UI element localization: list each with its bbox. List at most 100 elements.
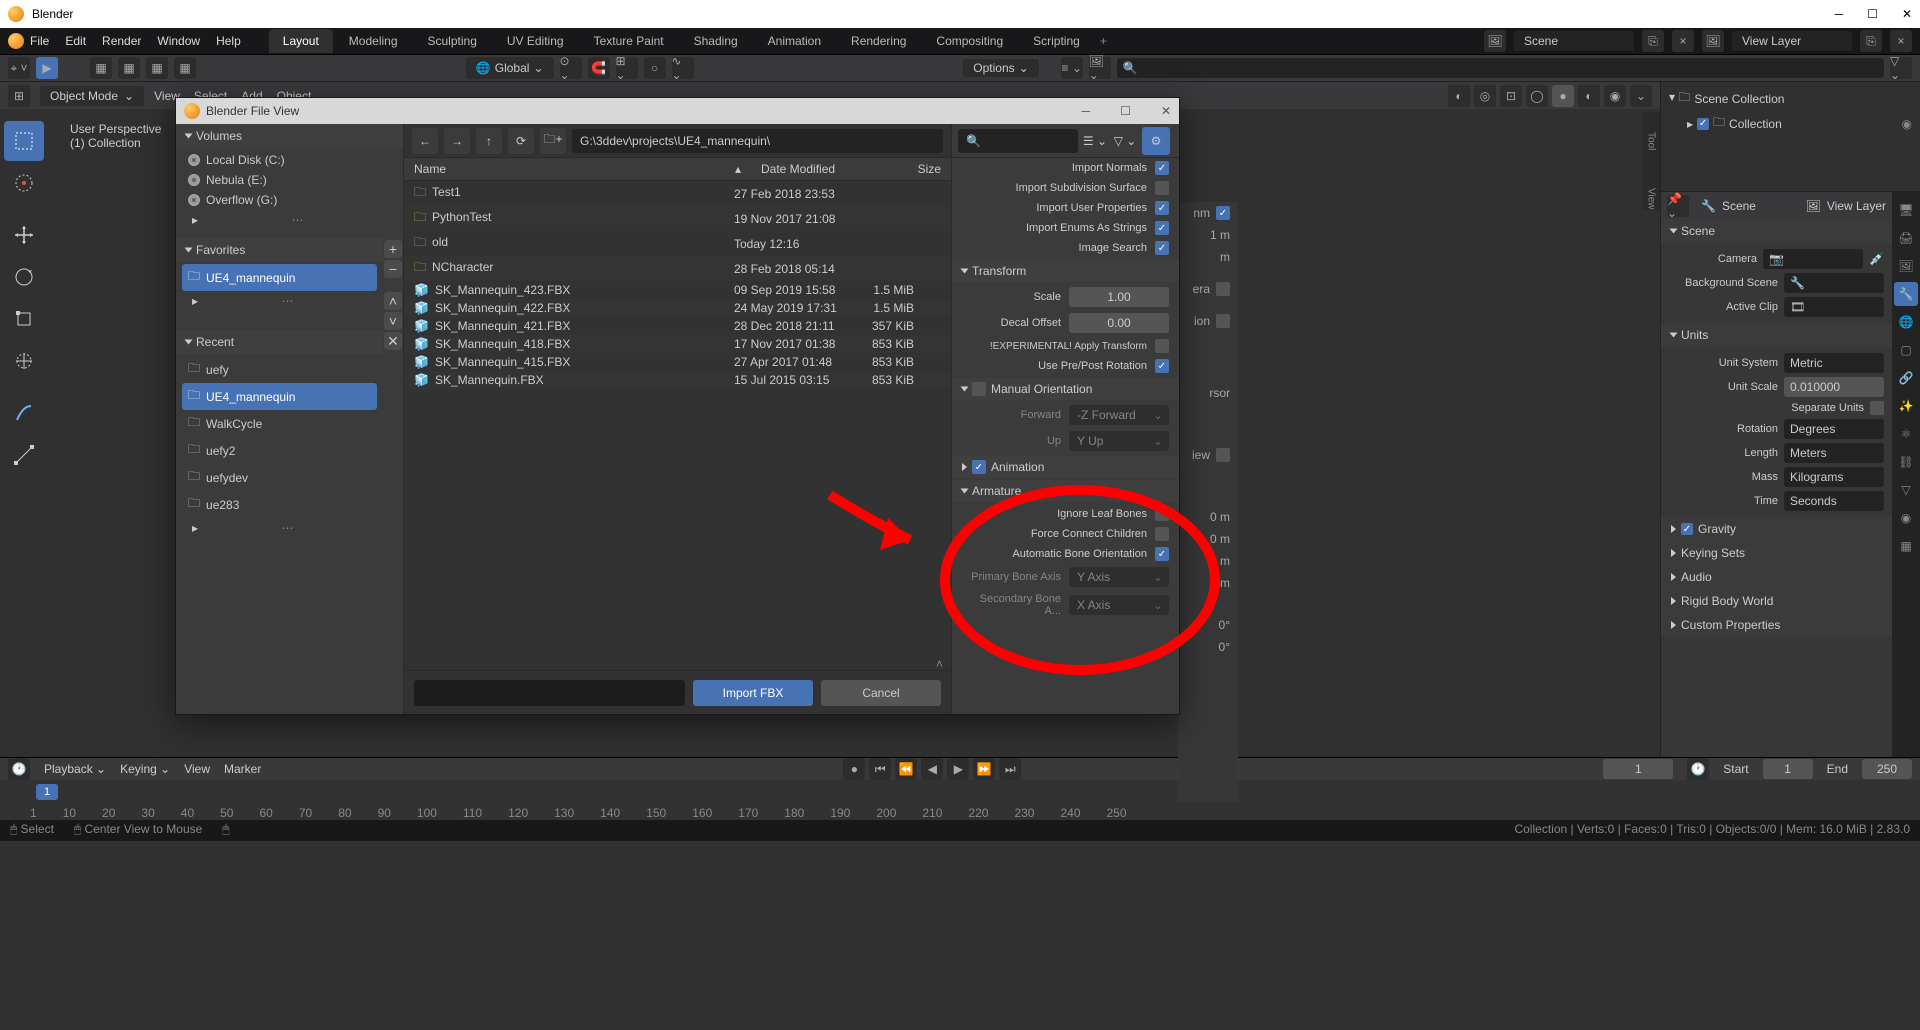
- nav-up-button[interactable]: ↑: [476, 128, 502, 154]
- file-row[interactable]: 🗀oldToday 12:16: [404, 231, 951, 256]
- jump-end-icon[interactable]: ⏭: [999, 758, 1021, 780]
- shading-options-icon[interactable]: ⌄: [1630, 85, 1652, 107]
- panel-gravity[interactable]: Gravity: [1661, 517, 1892, 541]
- cursor-tool[interactable]: [4, 163, 44, 203]
- recent-item[interactable]: 🗀WalkCycle: [182, 410, 377, 437]
- file-row[interactable]: 🧊SK_Mannequin_423.FBX09 Sep 2019 15:581.…: [404, 281, 951, 299]
- visibility-eye-icon[interactable]: ◉: [1902, 117, 1912, 131]
- current-frame-field[interactable]: 1: [1603, 759, 1673, 779]
- workspace-tab-rendering[interactable]: Rendering: [837, 29, 920, 53]
- workspace-tab-scripting[interactable]: Scripting: [1019, 29, 1094, 53]
- ignore-leaf-bones-checkbox[interactable]: [1155, 507, 1169, 521]
- viewlayer-close-icon[interactable]: ×: [1890, 30, 1912, 52]
- timeline-menu-keying[interactable]: Keying ⌄: [120, 762, 170, 776]
- recent-item[interactable]: 🗀uefy: [182, 356, 377, 383]
- fb-close-icon[interactable]: ✕: [1161, 104, 1171, 118]
- menu-file[interactable]: File: [30, 34, 49, 48]
- scene-close-icon[interactable]: ×: [1672, 30, 1694, 52]
- workspace-tab-sculpting[interactable]: Sculpting: [414, 29, 491, 53]
- menu-edit[interactable]: Edit: [65, 34, 86, 48]
- col-size-header[interactable]: Size: [881, 162, 941, 176]
- collapse-options-icon[interactable]: ˄: [936, 657, 943, 671]
- menu-help[interactable]: Help: [216, 34, 241, 48]
- panel-keying-sets[interactable]: Keying Sets: [1661, 541, 1892, 565]
- time-select[interactable]: Seconds: [1784, 491, 1884, 511]
- view-tab[interactable]: View: [1646, 188, 1657, 210]
- timeline-menu-marker[interactable]: Marker: [224, 762, 261, 776]
- object-tab[interactable]: ▢: [1894, 338, 1918, 362]
- modifier-tab[interactable]: 🔗: [1894, 366, 1918, 390]
- panel-audio[interactable]: Audio: [1661, 565, 1892, 589]
- data-tab[interactable]: ▽: [1894, 478, 1918, 502]
- end-frame-field[interactable]: 250: [1862, 759, 1912, 779]
- workspace-tab-animation[interactable]: Animation: [754, 29, 835, 53]
- snap-grid3-icon[interactable]: ▦: [146, 57, 168, 79]
- outliner-filter-icon[interactable]: ▽ ⌄: [1890, 57, 1912, 79]
- col-name-header[interactable]: Name: [414, 162, 734, 176]
- scene-selector[interactable]: Scene: [1514, 31, 1634, 51]
- animation-section-head[interactable]: Animation: [952, 456, 1179, 478]
- scene-tab[interactable]: 🔧: [1894, 282, 1918, 306]
- nav-back-button[interactable]: ←: [412, 128, 438, 154]
- props-scene-name[interactable]: Scene: [1722, 199, 1756, 213]
- scene-panel-head[interactable]: Scene: [1661, 219, 1892, 243]
- nav-forward-button[interactable]: →: [444, 128, 470, 154]
- world-tab[interactable]: 🌐: [1894, 310, 1918, 334]
- eyedropper-icon[interactable]: 💉: [1869, 252, 1884, 266]
- cursor-pivot-icon[interactable]: ⌖ ˅: [8, 57, 30, 79]
- favorite-remove-button[interactable]: −: [384, 260, 402, 278]
- bg-scene-field[interactable]: 🔧: [1784, 273, 1884, 293]
- close-icon[interactable]: ✕: [1902, 7, 1912, 21]
- workspace-tab-texture-paint[interactable]: Texture Paint: [580, 29, 678, 53]
- options-dropdown[interactable]: Options ⌄: [963, 59, 1038, 77]
- file-row[interactable]: 🧊SK_Mannequin_422.FBX24 May 2019 17:311.…: [404, 299, 951, 317]
- outliner-scene-collection[interactable]: ▾ 🗀 Scene Collection: [1669, 86, 1912, 111]
- physics-tab[interactable]: ⚛: [1894, 422, 1918, 446]
- file-row[interactable]: 🗀Test127 Feb 2018 23:53: [404, 181, 951, 206]
- favorite-up-button[interactable]: ˄: [384, 292, 402, 310]
- fb-minimize-icon[interactable]: ─: [1082, 104, 1091, 118]
- animation-checkbox[interactable]: [972, 460, 986, 474]
- snap-toggle-icon[interactable]: 🧲: [588, 57, 610, 79]
- timeline-ruler[interactable]: 1 11020304050607080901001101201301401501…: [0, 780, 1920, 820]
- start-frame-field[interactable]: 1: [1763, 759, 1813, 779]
- mode-selector[interactable]: Object Mode ⌄: [40, 86, 144, 106]
- workspace-tab-modeling[interactable]: Modeling: [335, 29, 412, 53]
- recent-item[interactable]: 🗀uefy2: [182, 437, 377, 464]
- manual-orient-head[interactable]: Manual Orientation: [952, 378, 1179, 400]
- separate-units-checkbox[interactable]: [1870, 401, 1884, 415]
- recent-clear-button[interactable]: ✕: [384, 332, 402, 350]
- fb-maximize-icon[interactable]: ☐: [1120, 104, 1131, 118]
- view-layer-selector[interactable]: View Layer: [1732, 31, 1852, 51]
- shading-wire-icon[interactable]: ◯: [1526, 85, 1548, 107]
- timeline-editor-type-icon[interactable]: 🕐: [8, 758, 30, 780]
- file-list[interactable]: 🗀Test127 Feb 2018 23:53🗀PythonTest19 Nov…: [404, 181, 951, 670]
- force-connect-checkbox[interactable]: [1155, 527, 1169, 541]
- file-browser-titlebar[interactable]: Blender File View ─ ☐ ✕: [176, 98, 1179, 124]
- volume-item[interactable]: Overflow (G:): [182, 190, 397, 210]
- favorite-down-button[interactable]: ˅: [384, 312, 402, 330]
- favorites-header[interactable]: Favorites: [176, 238, 383, 262]
- maximize-icon[interactable]: ☐: [1867, 7, 1878, 21]
- tool-tab[interactable]: Tool: [1646, 132, 1657, 150]
- recent-item[interactable]: 🗀ue283: [182, 491, 377, 518]
- col-date-header[interactable]: Date Modified: [761, 162, 881, 176]
- shading-rendered-icon[interactable]: ◉: [1604, 85, 1626, 107]
- menu-render[interactable]: Render: [102, 34, 141, 48]
- add-workspace-button[interactable]: +: [1100, 34, 1107, 48]
- workspace-tab-layout[interactable]: Layout: [269, 29, 333, 53]
- frame-lock-icon[interactable]: 🕐: [1687, 758, 1709, 780]
- play-reverse-icon[interactable]: ◀: [921, 758, 943, 780]
- unit-scale-field[interactable]: 0.010000: [1784, 377, 1884, 397]
- orientation-selector[interactable]: 🌐 Global ⌄: [466, 57, 554, 79]
- select-box-tool[interactable]: [4, 121, 44, 161]
- overlays-toggle-icon[interactable]: ◎: [1474, 85, 1496, 107]
- snap-grid1-icon[interactable]: ▦: [90, 57, 112, 79]
- unit-system-select[interactable]: Metric: [1784, 353, 1884, 373]
- viewlayer-browse-icon[interactable]: 🖼: [1702, 30, 1724, 52]
- cancel-button[interactable]: Cancel: [821, 680, 941, 706]
- scene-browse-icon[interactable]: 🖼: [1484, 30, 1506, 52]
- path-input[interactable]: [572, 129, 943, 153]
- editor-type-icon[interactable]: ⊞: [8, 85, 30, 107]
- select-box-icon[interactable]: ▶: [36, 57, 58, 79]
